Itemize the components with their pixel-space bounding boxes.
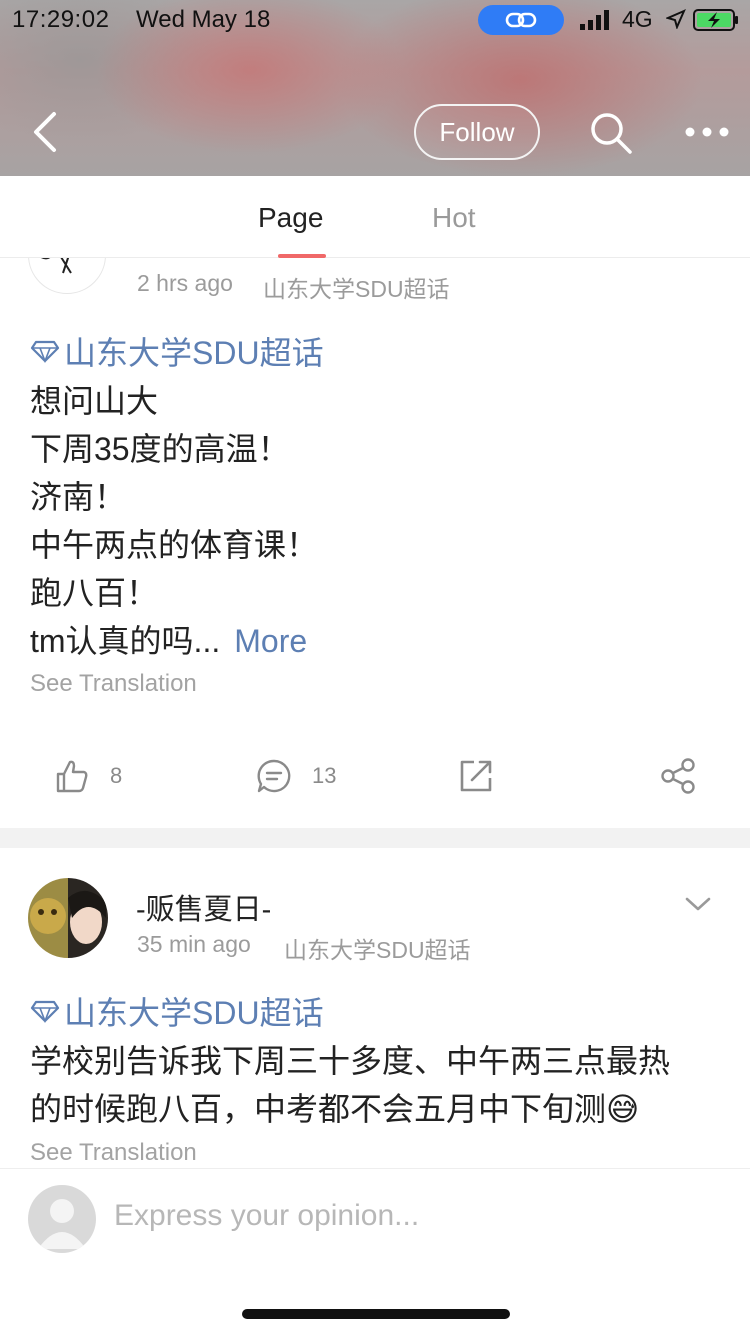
- thumbs-up-icon: [56, 760, 88, 793]
- topic-label: 山东大学SDU超话: [64, 995, 324, 1031]
- like-count: 8: [110, 763, 123, 788]
- status-date: Wed May 18: [136, 6, 271, 33]
- repost-icon: [460, 760, 492, 792]
- post-source[interactable]: 山东大学SDU超话: [263, 270, 450, 304]
- topic-link[interactable]: 山东大学SDU超话: [30, 988, 324, 1034]
- post-text-line: 中午两点的体育课！: [30, 527, 319, 563]
- post-divider: [0, 828, 750, 848]
- diamond-icon: [30, 340, 60, 363]
- tab-page[interactable]: Page: [258, 202, 323, 234]
- location-arrow-icon: [666, 9, 686, 29]
- chevron-down-icon[interactable]: [684, 894, 712, 914]
- tab-bar: Page Hot: [0, 176, 750, 258]
- post-text-line: 想问山大: [30, 383, 159, 419]
- user-avatar-placeholder: [28, 1185, 96, 1253]
- comment-composer: Express your opinion...: [0, 1168, 750, 1334]
- post-text-line: 的时候跑八百，中考都不会五月中下旬测😅: [30, 1091, 640, 1127]
- share-button[interactable]: [660, 756, 696, 796]
- active-tab-indicator: [278, 254, 326, 258]
- more-options-icon[interactable]: [684, 118, 730, 146]
- post-text-line: 跑八百！: [30, 575, 159, 611]
- follow-button[interactable]: Follow: [414, 104, 540, 160]
- home-indicator: [242, 1309, 510, 1319]
- post-text-line: tm认真的吗...: [30, 623, 221, 659]
- post-text-line: 下周35度的高温！: [30, 431, 290, 467]
- post-time: 35 min ago: [137, 931, 251, 957]
- repost-button[interactable]: [458, 756, 494, 796]
- link-pill[interactable]: [478, 5, 564, 35]
- post-source[interactable]: 山东大学SDU超话: [284, 931, 471, 965]
- avatar[interactable]: [28, 878, 108, 958]
- share-icon: [661, 758, 695, 794]
- post-time: 2 hrs ago: [137, 270, 233, 296]
- diamond-icon: [30, 1000, 60, 1023]
- username[interactable]: -贩售夏日-: [136, 886, 271, 928]
- post-text-last-line: tm认真的吗... More: [30, 616, 307, 662]
- network-type: 4G: [622, 6, 653, 32]
- like-button[interactable]: 8: [54, 756, 122, 796]
- post-text-line: 学校别告诉我下周三十多度、中午两三点最热: [30, 1043, 671, 1079]
- comment-bubble-icon: [257, 759, 291, 793]
- tab-hot[interactable]: Hot: [432, 202, 476, 234]
- topic-link[interactable]: 山东大学SDU超话: [30, 328, 324, 374]
- opinion-input[interactable]: Express your opinion...: [114, 1199, 419, 1233]
- back-arrow-icon[interactable]: [26, 108, 66, 156]
- signal-icon: [580, 10, 609, 30]
- status-bar: 17:29:02 Wed May 18 4G: [0, 0, 750, 40]
- comment-button[interactable]: 13: [256, 756, 336, 796]
- search-icon[interactable]: [588, 110, 634, 156]
- status-time: 17:29:02: [12, 6, 110, 33]
- see-translation-link[interactable]: See Translation: [30, 1139, 197, 1167]
- topic-label: 山东大学SDU超话: [64, 335, 324, 371]
- avatar-photo-icon: [28, 878, 108, 958]
- user-silhouette-icon: [38, 1199, 86, 1249]
- battery-icon: [693, 9, 738, 31]
- see-translation-link[interactable]: See Translation: [30, 670, 197, 698]
- post-text-line: 济南！: [30, 479, 127, 515]
- header-cover: 17:29:02 Wed May 18 4G Follow: [0, 0, 750, 176]
- comment-count: 13: [312, 763, 337, 788]
- link-icon: [505, 12, 537, 28]
- more-link[interactable]: More: [234, 623, 307, 659]
